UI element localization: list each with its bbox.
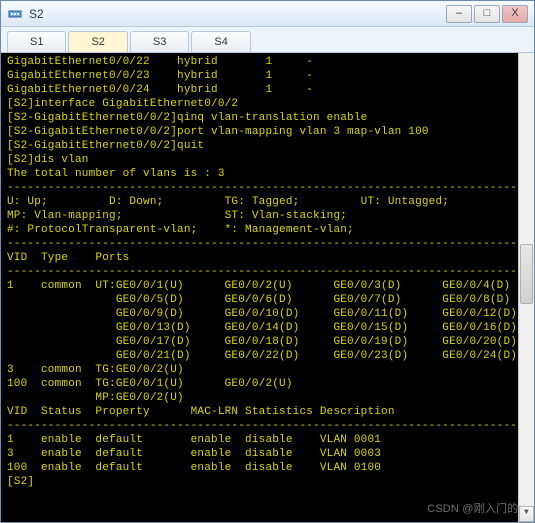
terminal-line: 3 common TG:GE0/0/2(U): [7, 363, 528, 377]
tab-s3[interactable]: S3: [130, 31, 189, 52]
terminal-line: 100 common TG:GE0/0/1(U) GE0/0/2(U): [7, 377, 528, 391]
terminal-line: [S2-GigabitEthernet0/0/2]quit: [7, 139, 528, 153]
maximize-button[interactable]: □: [474, 5, 500, 23]
terminal-line: GE0/0/17(D) GE0/0/18(D) GE0/0/19(D) GE0/…: [7, 335, 528, 349]
terminal-line: U: Up; D: Down; TG: Tagged; UT: Untagged…: [7, 195, 528, 209]
terminal-line: [S2]interface GigabitEthernet0/0/2: [7, 97, 528, 111]
vertical-scrollbar[interactable]: ▲ ▼: [518, 53, 534, 522]
terminal-line: 3 enable default enable disable VLAN 000…: [7, 447, 528, 461]
terminal-line: [S2-GigabitEthernet0/0/2]qinq vlan-trans…: [7, 111, 528, 125]
terminal-line: [S2]dis vlan: [7, 153, 528, 167]
minimize-button[interactable]: –: [446, 5, 472, 23]
terminal-line: GigabitEthernet0/0/23 hybrid 1 -: [7, 69, 528, 83]
terminal-line: GigabitEthernet0/0/22 hybrid 1 -: [7, 55, 528, 69]
scroll-thumb[interactable]: [520, 244, 533, 304]
terminal-line: GE0/0/21(D) GE0/0/22(D) GE0/0/23(D) GE0/…: [7, 349, 528, 363]
terminal-line: ----------------------------------------…: [7, 237, 528, 251]
tab-bar: S1 S2 S3 S4: [1, 27, 534, 53]
terminal-line: [S2-GigabitEthernet0/0/2]port vlan-mappi…: [7, 125, 528, 139]
terminal-output[interactable]: GigabitEthernet0/0/22 hybrid 1 -GigabitE…: [1, 53, 534, 522]
terminal-line: ----------------------------------------…: [7, 419, 528, 433]
close-button[interactable]: X: [502, 5, 528, 23]
tab-s2[interactable]: S2: [68, 31, 127, 52]
terminal-line: ----------------------------------------…: [7, 181, 528, 195]
titlebar[interactable]: S2 – □ X: [1, 1, 534, 27]
terminal-line: GE0/0/13(D) GE0/0/14(D) GE0/0/15(D) GE0/…: [7, 321, 528, 335]
terminal-line: 1 enable default enable disable VLAN 000…: [7, 433, 528, 447]
window-title: S2: [29, 7, 444, 21]
terminal-line: 1 common UT:GE0/0/1(U) GE0/0/2(U) GE0/0/…: [7, 279, 528, 293]
terminal-line: VID Type Ports: [7, 251, 528, 265]
watermark: CSDN @刚入门的K: [427, 502, 526, 516]
terminal-line: The total number of vlans is : 3: [7, 167, 528, 181]
terminal-line: VID Status Property MAC-LRN Statistics D…: [7, 405, 528, 419]
terminal-line: ----------------------------------------…: [7, 265, 528, 279]
terminal-line: 100 enable default enable disable VLAN 0…: [7, 461, 528, 475]
scroll-track[interactable]: [519, 69, 534, 506]
terminal-line: GE0/0/9(D) GE0/0/10(D) GE0/0/11(D) GE0/0…: [7, 307, 528, 321]
tab-s1[interactable]: S1: [7, 31, 66, 52]
terminal-line: [S2]: [7, 475, 528, 489]
terminal-line: MP: Vlan-mapping; ST: Vlan-stacking;: [7, 209, 528, 223]
terminal-line: GE0/0/5(D) GE0/0/6(D) GE0/0/7(D) GE0/0/8…: [7, 293, 528, 307]
app-window: S2 – □ X S1 S2 S3 S4 GigabitEthernet0/0/…: [0, 0, 535, 523]
network-device-icon: [7, 6, 23, 22]
terminal-line: MP:GE0/0/2(U): [7, 391, 528, 405]
tab-s4[interactable]: S4: [191, 31, 250, 52]
terminal-line: #: ProtocolTransparent-vlan; *: Manageme…: [7, 223, 528, 237]
terminal-line: GigabitEthernet0/0/24 hybrid 1 -: [7, 83, 528, 97]
